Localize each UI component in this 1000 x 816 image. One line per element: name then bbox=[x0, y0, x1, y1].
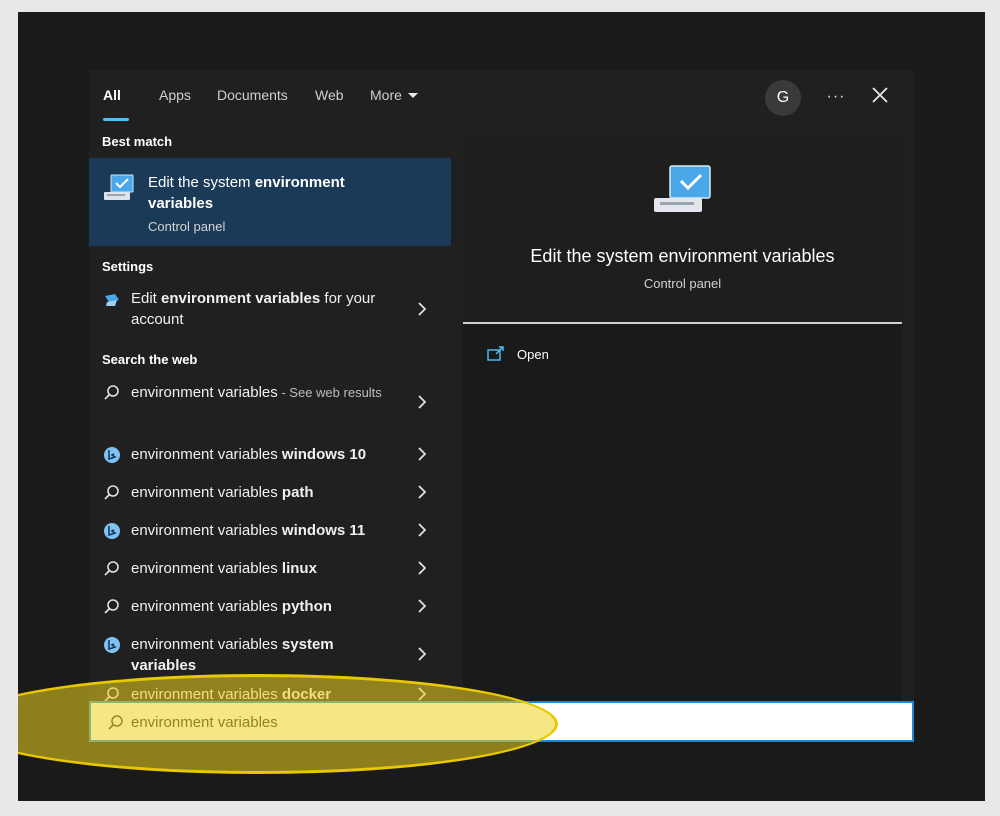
best-match-title-plain: Edit the system bbox=[148, 174, 255, 191]
open-action[interactable]: Open bbox=[487, 344, 687, 368]
active-tab-indicator bbox=[103, 118, 129, 121]
web-suggestion-label: environment variables python bbox=[131, 596, 401, 617]
monitor-check-icon bbox=[104, 174, 134, 200]
avatar[interactable]: G bbox=[765, 80, 801, 116]
chevron-down-icon bbox=[407, 92, 418, 98]
web-suggestion[interactable]: environment variables windows 10 bbox=[89, 442, 451, 480]
bing-icon bbox=[104, 637, 120, 653]
monitor-check-icon bbox=[654, 165, 711, 212]
more-options-button[interactable]: ··· bbox=[825, 82, 847, 112]
chevron-right-icon bbox=[418, 485, 427, 499]
settings-icon bbox=[105, 294, 119, 306]
preview-divider bbox=[463, 322, 902, 324]
web-suggestion-bold: python bbox=[281, 598, 332, 615]
web-result-query: environment variables bbox=[131, 384, 278, 401]
web-suggestion-label: environment variables linux bbox=[131, 558, 401, 579]
web-suggestion-label: environment variables windows 10 bbox=[131, 444, 401, 465]
web-suggestion-plain: environment variables bbox=[131, 484, 282, 501]
tab-more[interactable]: More bbox=[370, 87, 418, 103]
web-suggestion[interactable]: environment variables linux bbox=[89, 556, 451, 594]
web-suggestion-plain: environment variables bbox=[131, 636, 282, 653]
search-icon bbox=[104, 385, 119, 400]
settings-result-label: Edit environment variables for your acco… bbox=[131, 288, 401, 330]
web-result-label: environment variables - See web results bbox=[131, 382, 401, 403]
web-suggestion-plain: environment variables bbox=[131, 598, 282, 615]
web-suggestion-label: environment variables path bbox=[131, 482, 401, 503]
settings-result[interactable]: Edit environment variables for your acco… bbox=[89, 286, 451, 332]
preview-subtitle: Control panel bbox=[643, 276, 722, 291]
web-suggestion-bold: windows 10 bbox=[281, 446, 367, 463]
best-match-heading: Best match bbox=[102, 134, 173, 149]
best-match-subtitle: Control panel bbox=[148, 219, 226, 234]
web-suggestion[interactable]: environment variables system variables bbox=[89, 632, 451, 676]
web-suggestion-label: environment variables windows 11 bbox=[131, 520, 401, 541]
search-input[interactable] bbox=[131, 712, 891, 732]
chevron-right-icon bbox=[418, 447, 427, 461]
web-suggestion-bold: path bbox=[281, 484, 314, 501]
settings-heading: Settings bbox=[102, 259, 154, 274]
open-action-label: Open bbox=[517, 347, 549, 362]
web-suggestion-bold: linux bbox=[281, 560, 317, 577]
start-search-panel: All Apps Documents Web More G ··· Best m… bbox=[89, 70, 914, 741]
close-icon[interactable] bbox=[869, 84, 891, 106]
tab-all[interactable]: All bbox=[103, 87, 121, 103]
chevron-right-icon bbox=[418, 647, 427, 661]
web-suggestion-plain: environment variables bbox=[131, 560, 282, 577]
tab-apps[interactable]: Apps bbox=[159, 87, 191, 103]
preview-header: Edit the system environment variables Co… bbox=[463, 136, 902, 322]
tab-web[interactable]: Web bbox=[315, 87, 344, 103]
web-result-suffix: - See web results bbox=[277, 385, 382, 400]
chevron-right-icon bbox=[418, 599, 427, 613]
search-tabs-bar: All Apps Documents Web More G ··· bbox=[89, 70, 914, 124]
chevron-right-icon bbox=[418, 687, 427, 701]
web-suggestion[interactable]: environment variables windows 11 bbox=[89, 518, 451, 556]
search-icon bbox=[104, 599, 119, 614]
search-icon bbox=[108, 715, 123, 730]
chevron-right-icon bbox=[418, 395, 427, 409]
settings-text-pre: Edit bbox=[131, 290, 162, 307]
web-suggestion-bold: windows 11 bbox=[281, 522, 366, 539]
web-suggestion-plain: environment variables bbox=[131, 446, 282, 463]
web-suggestion[interactable]: environment variables path bbox=[89, 480, 451, 518]
preview-title: Edit the system environment variables bbox=[530, 246, 835, 266]
settings-text-bold: environment variables bbox=[161, 290, 321, 307]
web-suggestion[interactable]: environment variables python bbox=[89, 594, 451, 632]
tab-documents[interactable]: Documents bbox=[217, 87, 288, 103]
web-suggestion-label: environment variables system variables bbox=[131, 634, 401, 676]
open-icon bbox=[487, 346, 504, 361]
web-suggestion-plain: environment variables bbox=[131, 522, 282, 539]
search-web-heading: Search the web bbox=[102, 352, 198, 367]
screenshot-frame: All Apps Documents Web More G ··· Best m… bbox=[18, 12, 985, 801]
best-match-title: Edit the system environment variables bbox=[148, 172, 378, 214]
search-icon bbox=[104, 485, 119, 500]
chevron-right-icon bbox=[418, 302, 427, 316]
chevron-right-icon bbox=[418, 523, 427, 537]
results-list: Best match Edit the system environment v… bbox=[89, 124, 451, 741]
bing-icon bbox=[104, 447, 120, 463]
result-preview-pane: Edit the system environment variables Co… bbox=[463, 136, 902, 716]
search-box[interactable] bbox=[89, 701, 914, 742]
tab-more-label: More bbox=[370, 87, 402, 103]
bing-icon bbox=[104, 523, 120, 539]
chevron-right-icon bbox=[418, 561, 427, 575]
best-match-result[interactable]: Edit the system environment variables Co… bbox=[89, 158, 451, 246]
web-result-see-results[interactable]: environment variables - See web results bbox=[89, 380, 451, 424]
search-icon bbox=[104, 561, 119, 576]
